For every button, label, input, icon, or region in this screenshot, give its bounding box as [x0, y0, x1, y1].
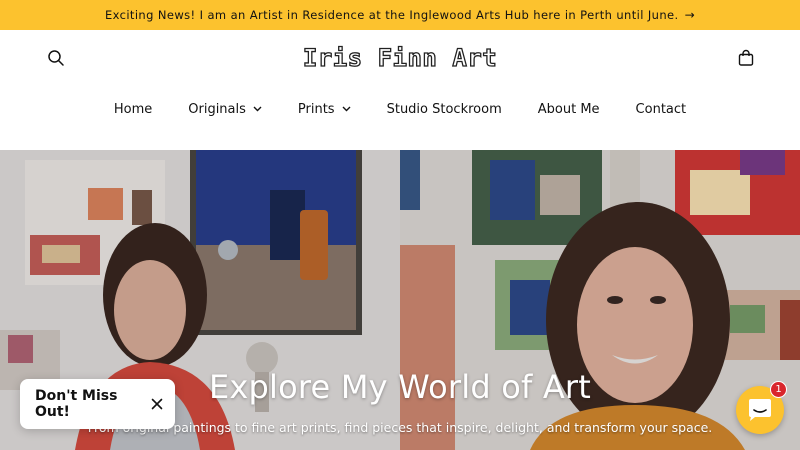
chat-icon: [749, 399, 771, 421]
nav-item-label: Studio Stockroom: [386, 101, 502, 117]
announcement-bar[interactable]: Exciting News! I am an Artist in Residen…: [0, 0, 800, 30]
nav-item-label: Contact: [635, 101, 687, 117]
nav-item-label: Prints: [297, 101, 335, 117]
chevron-down-icon: [342, 106, 351, 112]
nav-item-home[interactable]: Home: [96, 102, 170, 117]
close-icon[interactable]: [151, 398, 163, 410]
nav-item-label: About Me: [537, 101, 600, 117]
nav-item-contact[interactable]: Contact: [618, 102, 705, 117]
bag-icon: [738, 49, 754, 66]
site-logo[interactable]: Iris Finn Art: [0, 43, 800, 72]
nav-item-about-me[interactable]: About Me: [520, 102, 618, 117]
nav-item-label: Originals: [188, 101, 246, 117]
nav-item-originals[interactable]: Originals: [170, 102, 280, 117]
site-header: Iris Finn Art Home Originals Prints Stud…: [0, 30, 800, 150]
main-nav: Home Originals Prints Studio Stockroom A…: [0, 96, 800, 122]
announcement-text: Exciting News! I am an Artist in Residen…: [104, 8, 679, 22]
nav-item-label: Home: [113, 101, 153, 117]
cart-button[interactable]: [732, 44, 760, 72]
arrow-right-icon: →: [684, 8, 696, 22]
popup-label: Don't Miss Out!: [35, 388, 118, 420]
nav-item-studio-stockroom[interactable]: Studio Stockroom: [369, 102, 520, 117]
newsletter-popup[interactable]: Don't Miss Out!: [20, 379, 175, 429]
notification-badge: 1: [770, 381, 787, 398]
chevron-down-icon: [253, 106, 262, 112]
nav-item-prints[interactable]: Prints: [280, 102, 369, 117]
